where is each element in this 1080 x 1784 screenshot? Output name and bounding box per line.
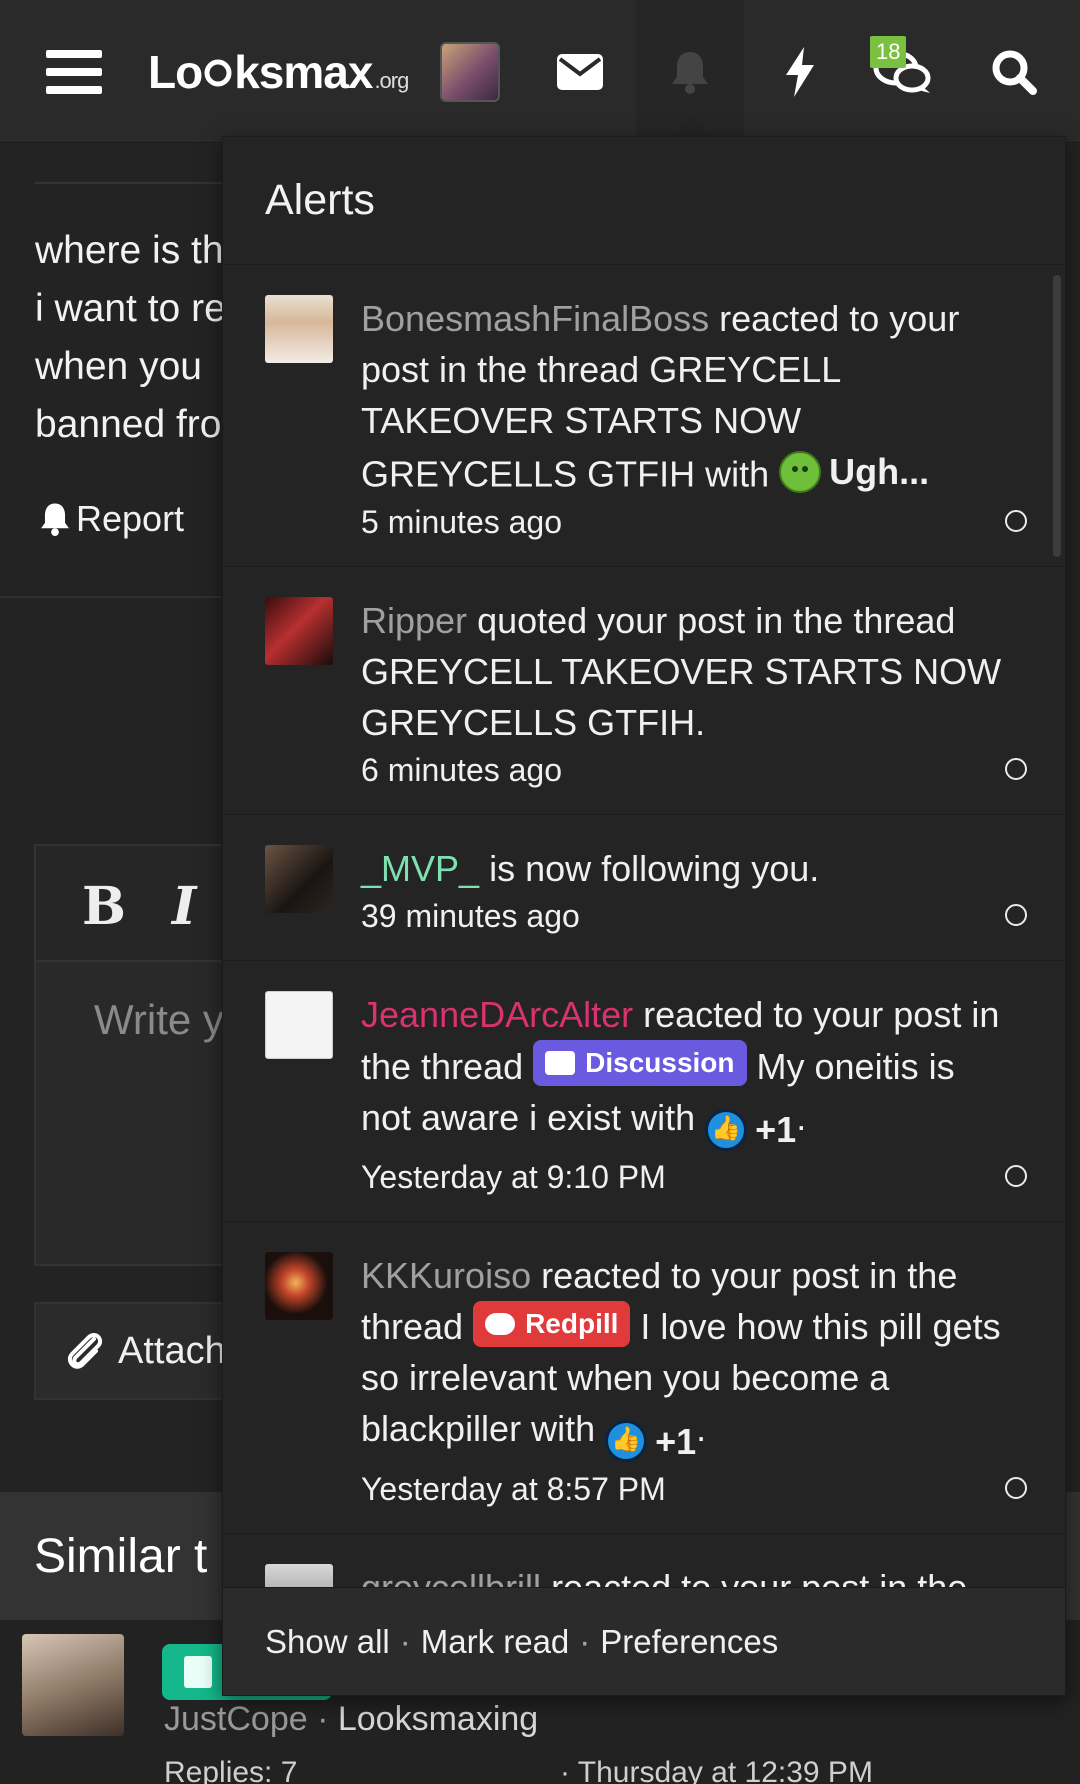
thread-author-avatar[interactable] [22, 1634, 124, 1736]
mark-read-toggle[interactable] [1005, 757, 1027, 780]
alert-item[interactable]: JeanneDArcAlter reacted to your post in … [223, 961, 1065, 1222]
reaction: 👍 +1 [705, 1104, 796, 1155]
attach-label: Attach [118, 1329, 226, 1372]
thumbs-up-icon: 👍 [705, 1108, 748, 1151]
alert-username[interactable]: _MVP_ [361, 848, 479, 889]
alerts-dropdown: Alerts BonesmashFinalBoss reacted to you… [222, 136, 1066, 1696]
alerts-list: BonesmashFinalBoss reacted to your post … [223, 265, 1065, 1590]
logo-o-icon [204, 59, 232, 86]
alert-username[interactable]: JeanneDArcAlter [361, 994, 633, 1035]
thread-meta: JustCope · Looksmaxing [164, 1700, 539, 1738]
top-navigation-bar: Lo ksmax .org 18 [0, 0, 1080, 143]
logo-text: ksmax [234, 45, 373, 98]
alert-username[interactable]: Ripper [361, 600, 467, 641]
alert-text: KKKuroiso reacted to your post in the th… [361, 1250, 1007, 1467]
thread-prefix-discussion: Discussion [533, 1039, 747, 1086]
document-icon [184, 1656, 212, 1688]
menu-icon[interactable] [40, 0, 108, 143]
alert-message-end: . [696, 1408, 707, 1449]
thread-replies: Replies: 7 [164, 1756, 298, 1784]
avatar[interactable] [265, 1252, 333, 1320]
alert-item[interactable]: BonesmashFinalBoss reacted to your post … [223, 265, 1065, 567]
preferences-link[interactable]: Preferences [600, 1623, 778, 1661]
avatar [440, 41, 500, 102]
chat-icon [545, 1050, 576, 1075]
mark-read-link[interactable]: Mark read [421, 1623, 570, 1661]
prefix-label: Redpill [525, 1308, 619, 1339]
report-label: Report [76, 498, 185, 539]
bell-icon [41, 503, 69, 536]
alert-message: reacted to your post in the [541, 1566, 968, 1590]
sick-face-icon [779, 450, 822, 493]
thread-forum[interactable]: Looksmaxing [338, 1700, 538, 1738]
reaction-label: +1 [755, 1109, 797, 1150]
alert-text: JeanneDArcAlter reacted to your post in … [361, 989, 1007, 1156]
thread-date: · Thursday at 12:39 PM [560, 1756, 873, 1784]
reaction-label: Ugh... [829, 451, 930, 492]
alert-item[interactable]: Ripper quoted your post in the thread GR… [223, 567, 1065, 815]
avatar[interactable] [265, 1563, 333, 1589]
avatar[interactable] [265, 596, 333, 665]
alert-time: Yesterday at 9:10 PM [361, 1159, 666, 1195]
pill-icon [485, 1313, 516, 1335]
italic-button[interactable]: I [172, 876, 196, 937]
alert-time: 39 minutes ago [361, 897, 580, 934]
reaction: Ugh... [779, 446, 929, 497]
logo-suffix: .org [374, 67, 409, 93]
prefix-label: Discussion [585, 1046, 735, 1078]
paperclip-icon [67, 1333, 103, 1369]
user-avatar-button[interactable] [440, 0, 500, 143]
mark-read-toggle[interactable] [1005, 1165, 1027, 1187]
post-body-text: where is th i want to re when you banned… [35, 229, 226, 446]
whats-new-bolt-icon[interactable] [770, 0, 830, 143]
thread-prefix-redpill: Redpill [473, 1301, 631, 1347]
show-all-link[interactable]: Show all [265, 1623, 390, 1661]
alert-item[interactable]: KKKuroiso reacted to your post in the th… [223, 1222, 1065, 1534]
alert-time: 6 minutes ago [361, 751, 563, 788]
report-button[interactable]: Report [40, 498, 184, 540]
inbox-icon[interactable] [552, 0, 608, 143]
editor-placeholder: Write y [94, 996, 224, 1043]
site-logo[interactable]: Lo ksmax .org [148, 0, 418, 143]
alert-text: _MVP_ is now following you. [361, 843, 1007, 894]
alert-username[interactable]: BonesmashFinalBoss [361, 298, 709, 339]
section-divider [0, 596, 230, 598]
alerts-footer: Show all · Mark read · Preferences [223, 1587, 1065, 1695]
bold-button[interactable]: B [82, 876, 126, 937]
alert-time: Yesterday at 8:57 PM [361, 1470, 666, 1507]
reaction: 👍 +1 [605, 1416, 696, 1467]
alert-username[interactable]: greycellbrill [361, 1567, 541, 1590]
alert-username[interactable]: KKKuroiso [361, 1255, 531, 1296]
alert-time: 5 minutes ago [361, 503, 563, 540]
logo-text-start: Lo [148, 45, 203, 98]
alert-item[interactable]: _MVP_ is now following you. 39 minutes a… [223, 815, 1065, 961]
alert-item[interactable]: greycellbrill reacted to your post in th… [223, 1534, 1065, 1590]
alert-text: Ripper quoted your post in the thread GR… [361, 595, 1007, 748]
mark-read-toggle[interactable] [1005, 1476, 1027, 1499]
avatar[interactable] [265, 295, 333, 363]
footer-separator: · [399, 1622, 411, 1660]
thread-author[interactable]: JustCope [164, 1700, 308, 1738]
reaction-label: +1 [655, 1420, 697, 1462]
mark-read-toggle[interactable] [1005, 903, 1027, 926]
thumbs-up-icon: 👍 [605, 1420, 648, 1462]
search-icon[interactable] [982, 0, 1046, 143]
mark-read-toggle[interactable] [1005, 509, 1027, 532]
alert-text: BonesmashFinalBoss reacted to your post … [361, 293, 1007, 500]
alerts-title: Alerts [223, 137, 1065, 265]
alerts-menu-arrow [670, 116, 714, 136]
avatar[interactable] [265, 990, 333, 1059]
alert-message: is now following you. [479, 847, 820, 889]
conversations-icon[interactable] [862, 0, 942, 143]
avatar[interactable] [265, 844, 333, 913]
footer-separator: · [579, 1622, 591, 1660]
alert-text: greycellbrill reacted to your post in th… [361, 1562, 1007, 1590]
thread-stats: Replies: 7 · Thursday at 12:39 PM [164, 1756, 924, 1784]
notification-count-badge: 18 [870, 36, 907, 68]
alert-message-end: . [796, 1096, 807, 1138]
